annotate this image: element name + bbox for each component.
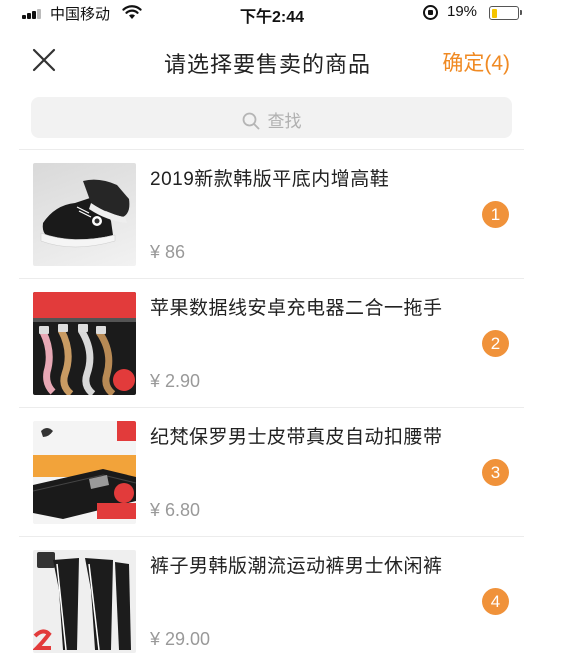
clock: 下午2:44 <box>240 9 305 26</box>
status-bar: 中国移动 下午2:44 19% <box>0 0 535 26</box>
product-price: ¥ 29.00 <box>150 629 211 649</box>
search-input[interactable]: 查找 <box>31 97 512 138</box>
battery-level <box>491 8 497 18</box>
wifi-icon <box>122 5 142 19</box>
nav-bar: 请选择要售卖的商品 确定(4) <box>0 26 535 92</box>
product-title: 苹果数据线安卓充电器二合一拖手 <box>150 298 443 319</box>
search-icon <box>242 112 259 130</box>
product-price: ¥ 2.90 <box>150 371 201 391</box>
selection-order-badge: 4 <box>482 588 509 615</box>
battery-percent: 19% <box>447 3 478 20</box>
product-image <box>33 550 136 653</box>
carrier-name: 中国移动 <box>50 6 111 23</box>
selection-order-badge: 3 <box>482 459 509 486</box>
battery-icon <box>489 6 522 20</box>
product-price: ¥ 86 <box>150 242 186 262</box>
list-item[interactable]: 苹果数据线安卓充电器二合一拖手 ¥ 2.90 2 <box>19 279 524 408</box>
product-image <box>33 421 136 524</box>
selection-order-badge: 2 <box>482 330 509 357</box>
product-title: 裤子男韩版潮流运动裤男士休闲裤 <box>150 556 443 577</box>
orientation-lock-icon <box>423 5 438 20</box>
selection-order-badge: 1 <box>482 201 509 228</box>
product-price: ¥ 6.80 <box>150 500 201 520</box>
confirm-button[interactable]: 确定(4) <box>442 47 510 77</box>
product-image <box>33 163 136 266</box>
search-placeholder: 查找 <box>267 112 302 131</box>
product-title: 2019新款韩版平底内增高鞋 <box>150 169 390 190</box>
list-item[interactable]: 裤子男韩版潮流运动裤男士休闲裤 ¥ 29.00 4 <box>19 537 524 661</box>
list-item[interactable]: 纪梵保罗男士皮带真皮自动扣腰带 ¥ 6.80 3 <box>19 408 524 537</box>
signal-icon <box>22 8 46 19</box>
screen: 中国移动 下午2:44 19% 请选择要售卖的商品 确定(4) 查找 2019新… <box>0 0 535 661</box>
product-title: 纪梵保罗男士皮带真皮自动扣腰带 <box>150 427 443 448</box>
list-item[interactable]: 2019新款韩版平底内增高鞋 ¥ 86 1 <box>19 150 524 279</box>
product-image <box>33 292 136 395</box>
